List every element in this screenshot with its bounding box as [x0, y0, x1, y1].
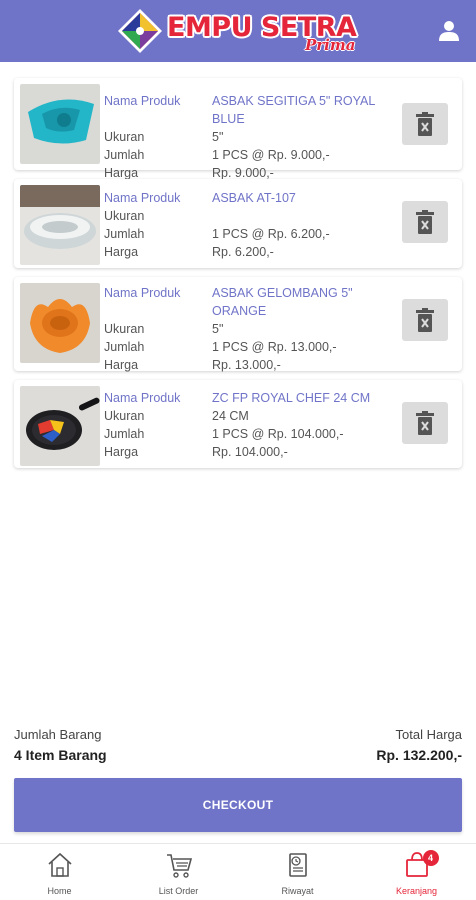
quantity-value: 1 PCS @ Rp. 104.000,- [212, 427, 344, 441]
product-name-label: Nama Produk [104, 191, 181, 205]
product-name-label: Nama Produk [104, 94, 181, 108]
cart-item-card: Nama Produk ASBAK GELOMBANG 5" ORANGE Uku… [14, 277, 462, 372]
brand-subtitle: Prima [305, 36, 356, 54]
item-count-summary: Jumlah Barang 4 Item Barang [14, 727, 107, 763]
product-image [20, 386, 100, 466]
price-value: Rp. 13.000,- [212, 358, 281, 372]
quantity-value: 1 PCS @ Rp. 9.000,- [212, 148, 330, 162]
item-count-value: 4 Item Barang [14, 747, 107, 763]
quantity-label: Jumlah [104, 227, 145, 241]
size-label: Ukuran [104, 322, 145, 336]
product-name-label: Nama Produk [104, 286, 181, 300]
item-count-label: Jumlah Barang [14, 727, 102, 742]
trash-icon [416, 210, 434, 234]
delete-item-button[interactable] [402, 103, 448, 145]
nav-item-list-order[interactable]: List Order [119, 844, 238, 900]
quantity-label: Jumlah [104, 148, 145, 162]
delete-item-button[interactable] [402, 201, 448, 243]
cart-count-badge: 4 [422, 850, 439, 866]
total-price-label: Total Harga [395, 727, 462, 742]
size-label: Ukuran [104, 209, 145, 223]
delete-item-button[interactable] [402, 402, 448, 444]
quantity-label: Jumlah [104, 340, 145, 354]
cart-item-card: Nama Produk ASBAK AT-107 Ukuran Jumlah 1 P… [14, 179, 462, 268]
size-label: Ukuran [104, 409, 145, 423]
trash-icon [416, 411, 434, 435]
delete-item-button[interactable] [402, 299, 448, 341]
product-image [20, 84, 100, 164]
cart-item-list: Nama Produk ASBAK SEGITIGA 5" ROYAL BLUE … [14, 78, 462, 477]
size-value: 24 CM [212, 409, 249, 423]
size-value: 5" [212, 322, 224, 336]
nav-label-keranjang: Keranjang [395, 886, 438, 896]
total-price-summary: Total Harga Rp. 132.200,- [376, 727, 462, 763]
nav-label-list-order: List Order [158, 886, 199, 896]
history-icon [288, 853, 307, 877]
checkout-button[interactable]: CHECKOUT [14, 778, 462, 832]
price-label: Harga [104, 245, 139, 259]
product-name-label: Nama Produk [104, 391, 181, 405]
product-image [20, 185, 100, 265]
quantity-value: 1 PCS @ Rp. 6.200,- [212, 227, 330, 241]
quantity-label: Jumlah [104, 427, 145, 441]
brand-emblem-icon [118, 9, 162, 53]
cart-item-card: Nama Produk ASBAK SEGITIGA 5" ROYAL BLUE … [14, 78, 462, 180]
brand-logo: EMPU SETRA Prima [117, 6, 367, 58]
nav-item-home[interactable]: Home [0, 844, 119, 900]
size-label: Ukuran [104, 130, 145, 144]
nav-label-riwayat: Riwayat [281, 886, 314, 896]
nav-item-keranjang[interactable]: 4 Keranjang [357, 844, 476, 900]
product-image [20, 283, 100, 363]
product-name-value: ASBAK SEGITIGA 5" ROYAL BLUE [212, 94, 375, 126]
price-label: Harga [104, 358, 139, 372]
total-price-value: Rp. 132.200,- [376, 747, 462, 763]
trash-icon [416, 112, 434, 136]
product-name-value: ASBAK AT-107 [212, 191, 296, 205]
nav-label-home: Home [47, 886, 72, 896]
trash-icon [416, 308, 434, 332]
user-profile-icon[interactable] [438, 20, 460, 42]
nav-item-riwayat[interactable]: Riwayat [238, 844, 357, 900]
bottom-navigation: Home List Order Riwayat 4 Keranjang [0, 843, 476, 900]
price-label: Harga [104, 445, 139, 459]
home-icon [47, 852, 72, 877]
size-value: 5" [212, 130, 224, 144]
price-value: Rp. 6.200,- [212, 245, 274, 259]
product-name-value: ASBAK GELOMBANG 5" ORANGE [212, 286, 353, 318]
cart-item-card: Nama Produk ZC FP ROYAL CHEF 24 CM Ukuran… [14, 380, 462, 468]
product-name-value: ZC FP ROYAL CHEF 24 CM [212, 391, 371, 405]
cart-icon [166, 854, 192, 878]
app-header: EMPU SETRA Prima [0, 0, 476, 62]
price-value: Rp. 104.000,- [212, 445, 288, 459]
quantity-value: 1 PCS @ Rp. 13.000,- [212, 340, 337, 354]
